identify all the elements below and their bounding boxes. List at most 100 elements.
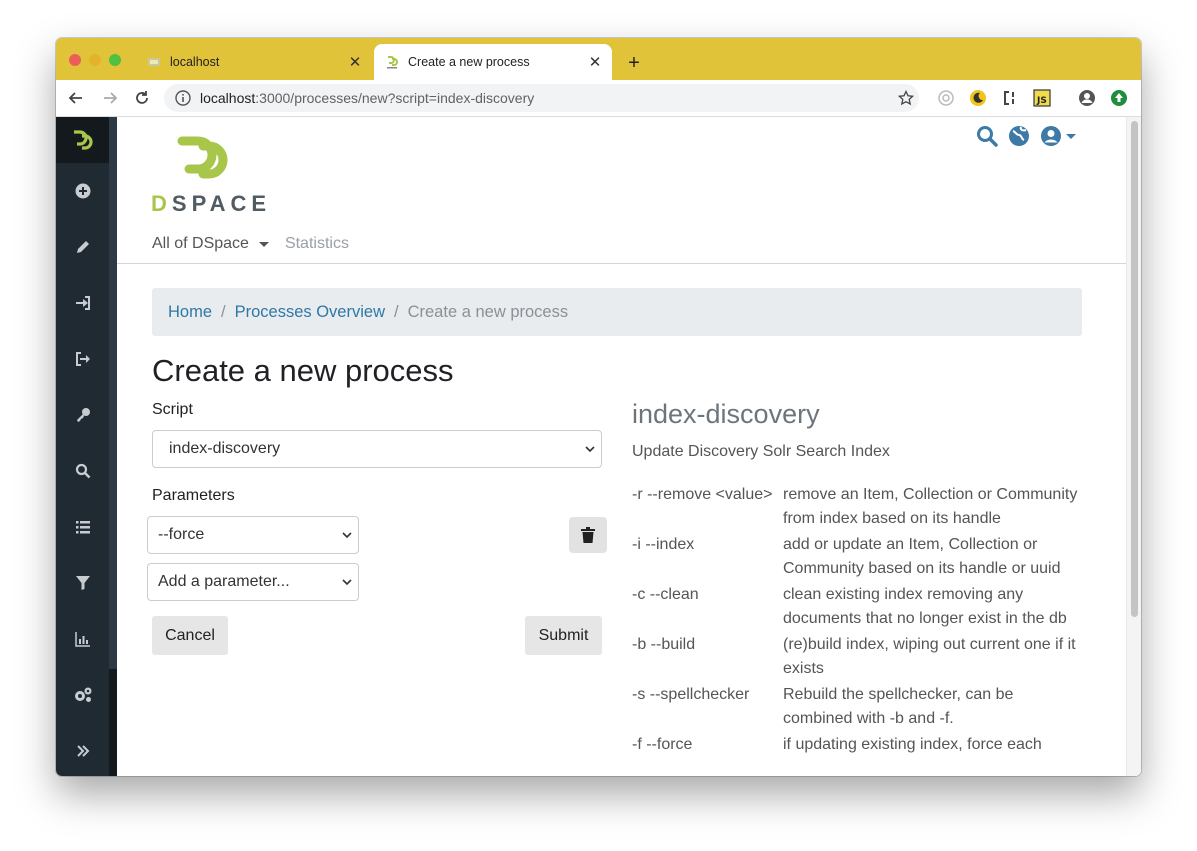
back-button[interactable] (64, 86, 88, 110)
forward-button[interactable] (98, 86, 122, 110)
sidebar-item-access-control[interactable] (56, 395, 109, 435)
gears-icon (74, 687, 91, 702)
cancel-button[interactable]: Cancel (152, 616, 228, 655)
tab-localhost[interactable]: localhost ✕ (136, 44, 372, 80)
reload-button[interactable] (130, 86, 154, 110)
parameter-name: -c --clean (632, 586, 699, 603)
sidebar-item-control-panel[interactable] (56, 675, 109, 715)
bookmark-star-icon[interactable] (896, 88, 916, 108)
breadcrumb-current: Create a new process (407, 302, 569, 321)
maximize-window-button[interactable] (109, 54, 121, 66)
info-icon[interactable] (174, 89, 192, 107)
header-icons (976, 125, 1076, 147)
parameter-row: -r --remove <value> remove an Item, Colle… (632, 483, 1082, 531)
sidebar-expand-button[interactable] (56, 731, 109, 771)
admin-sidebar (56, 117, 109, 776)
parameter-description: (re)build index, wiping out current one … (783, 636, 1076, 677)
tab-strip: localhost ✕ Create a new process ✕ + (56, 38, 1141, 80)
remove-parameter-button[interactable] (569, 517, 607, 553)
close-tab-icon[interactable]: ✕ (584, 53, 606, 71)
parameter-description: if updating existing index, force each (783, 736, 1042, 753)
nav-all-of-dspace[interactable]: All of DSpace (152, 235, 269, 253)
parameter-name: -i --index (632, 536, 695, 553)
pencil-icon (76, 241, 89, 253)
parameter-name: -s --spellchecker (632, 686, 750, 703)
sidebar-edge (109, 117, 117, 669)
chevron-down-icon (336, 531, 358, 539)
list-icon (75, 521, 90, 534)
main-nav: All of DSpace Statistics (152, 235, 349, 253)
parameter-description: remove an Item, Collection or Community … (783, 486, 1078, 527)
search-icon (75, 463, 90, 479)
extension-css-icon[interactable] (1000, 88, 1020, 108)
breadcrumb: Home / Processes Overview / Create a new… (152, 288, 1082, 336)
parameter-name: -r --remove <value> (632, 486, 773, 503)
browser-toolbar: localhost:3000/processes/new?script=inde… (56, 80, 1141, 117)
add-parameter-select[interactable]: Add a parameter... (147, 563, 359, 601)
user-menu-toggle[interactable] (1040, 125, 1076, 147)
search-icon[interactable] (976, 125, 998, 147)
address-bar[interactable]: localhost:3000/processes/new?script=inde… (164, 84, 919, 112)
breadcrumb-processes-overview[interactable]: Processes Overview (235, 303, 385, 322)
page-viewport: DSPACE All of DSpace Statistics Home / P… (56, 117, 1141, 776)
sidebar-item-edit[interactable] (56, 227, 109, 267)
url-host: localhost (200, 90, 256, 106)
extension-js-icon[interactable]: JS (1032, 88, 1052, 108)
breadcrumb-home[interactable]: Home (168, 303, 212, 322)
sidebar-item-export[interactable] (56, 339, 109, 379)
sidebar-item-registries[interactable] (56, 507, 109, 547)
bar-chart-icon (74, 632, 90, 647)
sidebar-item-statistics[interactable] (56, 619, 109, 659)
sign-in-icon (75, 296, 90, 310)
brand-first-letter: D (151, 191, 172, 216)
nav-statistics[interactable]: Statistics (285, 235, 349, 253)
extension-moon-icon[interactable] (968, 88, 988, 108)
parameter-name: -f --force (632, 736, 693, 753)
tab-create-process[interactable]: Create a new process ✕ (374, 44, 612, 80)
extension-timer-icon[interactable] (936, 88, 956, 108)
page-scrollbar[interactable] (1126, 117, 1141, 776)
globe-icon[interactable] (1008, 125, 1030, 147)
sidebar-item-curation[interactable] (56, 563, 109, 603)
update-available-icon[interactable] (1109, 88, 1129, 108)
key-icon (76, 408, 90, 422)
brand-rest: SPACE (171, 191, 272, 216)
script-select[interactable]: index-discovery (152, 430, 602, 468)
minimize-window-button[interactable] (89, 54, 101, 66)
close-tab-icon[interactable]: ✕ (344, 53, 366, 71)
plus-circle-icon (75, 183, 90, 199)
chevron-down-icon (579, 445, 601, 453)
svg-text:JS: JS (1036, 96, 1047, 106)
script-name-heading: index-discovery (632, 399, 820, 429)
sidebar-item-search[interactable] (56, 451, 109, 491)
nav-all-of-dspace-label: All of DSpace (152, 235, 249, 252)
profile-icon[interactable] (1077, 88, 1097, 108)
new-tab-button[interactable]: + (622, 51, 646, 75)
parameter-row: -b --build (re)build index, wiping out cu… (632, 633, 1082, 681)
caret-down-icon (258, 241, 269, 247)
brand-wordmark[interactable]: DSPACE (151, 191, 271, 217)
submit-button[interactable]: Submit (525, 616, 602, 655)
scrollbar-thumb[interactable] (1131, 121, 1138, 617)
parameter-description: Rebuild the spellchecker, can be combine… (783, 686, 1014, 727)
breadcrumb-separator: / (394, 302, 399, 321)
dspace-logo-small-icon[interactable] (56, 117, 109, 163)
parameter-row: -c --clean clean existing index removing … (632, 583, 1082, 631)
dspace-favicon-icon (148, 58, 160, 66)
reload-icon (136, 91, 148, 104)
parameter-name: -b --build (632, 636, 696, 653)
sidebar-item-import[interactable] (56, 283, 109, 323)
parameter-description: clean existing index removing any docume… (783, 586, 1067, 627)
parameter-select[interactable]: --force (147, 516, 359, 554)
close-window-button[interactable] (69, 54, 81, 66)
sidebar-item-new[interactable] (56, 171, 109, 211)
caret-down-icon (1066, 133, 1076, 139)
script-label: Script (152, 401, 193, 418)
parameter-row: -s --spellchecker Rebuild the spellchecke… (632, 683, 1082, 731)
chevron-down-icon (336, 578, 358, 586)
parameter-select-value: --force (158, 526, 205, 543)
arrow-left-icon (68, 92, 82, 104)
parameter-row: -f --force if updating existing index, fo… (632, 733, 1082, 757)
double-chevron-right-icon (76, 745, 89, 757)
sign-out-icon (75, 352, 90, 366)
